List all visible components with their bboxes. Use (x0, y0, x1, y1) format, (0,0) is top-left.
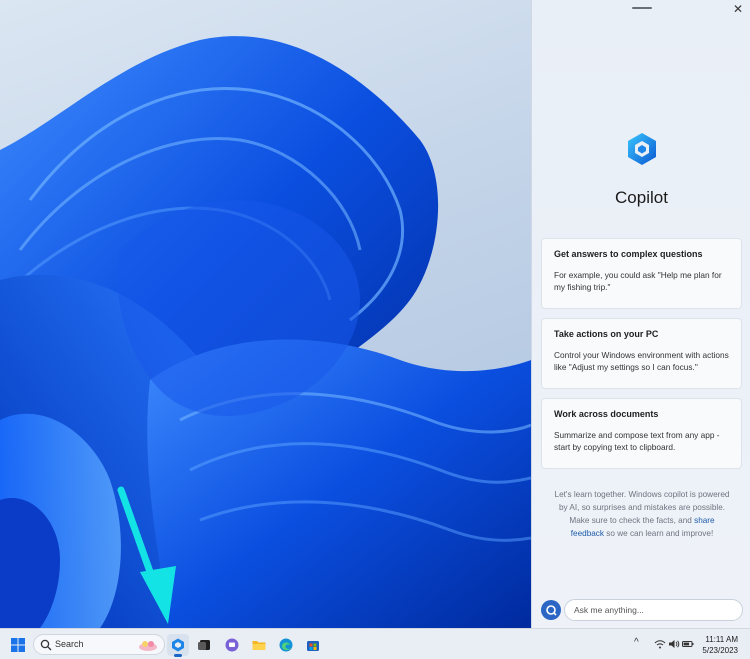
volume-icon[interactable] (668, 638, 680, 650)
copilot-panel: ✕ Copilot Get answers to complex questio… (531, 0, 750, 628)
edge-icon (279, 638, 293, 652)
active-app-indicator (174, 654, 182, 657)
copilot-icon (628, 133, 656, 165)
clock-date: 5/23/2023 (702, 646, 738, 655)
card-body: Control your Windows environment with ac… (554, 350, 729, 372)
card-title: Work across documents (554, 409, 659, 419)
ask-input[interactable] (564, 599, 743, 621)
file-explorer-icon (252, 641, 266, 650)
teams-chat-icon (225, 638, 239, 652)
ai-disclaimer: Let's learn together. Windows copilot is… (552, 488, 732, 540)
clock-time: 11:11 AM (705, 635, 738, 644)
taskbar-task-view[interactable] (193, 634, 215, 656)
close-icon[interactable]: ✕ (731, 2, 745, 16)
disclaimer-text-end: so we can learn and improve! (604, 529, 714, 538)
search-label: Search (55, 639, 84, 649)
battery-icon[interactable] (682, 638, 694, 650)
start-button[interactable] (7, 634, 29, 656)
desktop-wallpaper (0, 0, 531, 628)
new-topic-icon[interactable] (541, 600, 561, 620)
taskbar-store[interactable] (302, 634, 324, 656)
suggestion-card-answers[interactable]: Get answers to complex questions For exa… (541, 238, 742, 309)
search-icon (40, 639, 52, 651)
copilot-title: Copilot (615, 188, 668, 207)
panel-header: ✕ (532, 0, 750, 18)
card-title: Get answers to complex questions (554, 249, 703, 259)
taskbar-search[interactable]: Search (33, 634, 165, 655)
chevron-up-icon[interactable]: ^ (634, 638, 644, 648)
copilot-icon (172, 638, 184, 652)
bloom-wallpaper-art (0, 36, 531, 628)
wifi-icon[interactable] (654, 638, 666, 650)
card-title: Take actions on your PC (554, 329, 659, 339)
system-clock[interactable]: 11:11 AM 5/23/2023 (702, 634, 738, 656)
drag-handle[interactable] (632, 7, 652, 9)
taskbar-copilot[interactable] (167, 634, 189, 656)
taskbar: Search ^ 11:11 AM 5/23/2023 (0, 628, 750, 659)
store-icon (307, 641, 319, 651)
suggestion-card-documents[interactable]: Work across documents Summarize and comp… (541, 398, 742, 469)
ask-row (541, 599, 743, 621)
task-view-icon (198, 640, 210, 650)
taskbar-edge[interactable] (275, 634, 297, 656)
taskbar-file-explorer[interactable] (248, 634, 270, 656)
taskbar-teams-chat[interactable] (221, 634, 243, 656)
card-body: Summarize and compose text from any app … (554, 430, 720, 452)
suggestion-card-actions[interactable]: Take actions on your PC Control your Win… (541, 318, 742, 389)
windows-logo-icon (11, 638, 25, 652)
search-highlight-icon (139, 641, 157, 651)
card-body: For example, you could ask "Help me plan… (554, 270, 722, 292)
